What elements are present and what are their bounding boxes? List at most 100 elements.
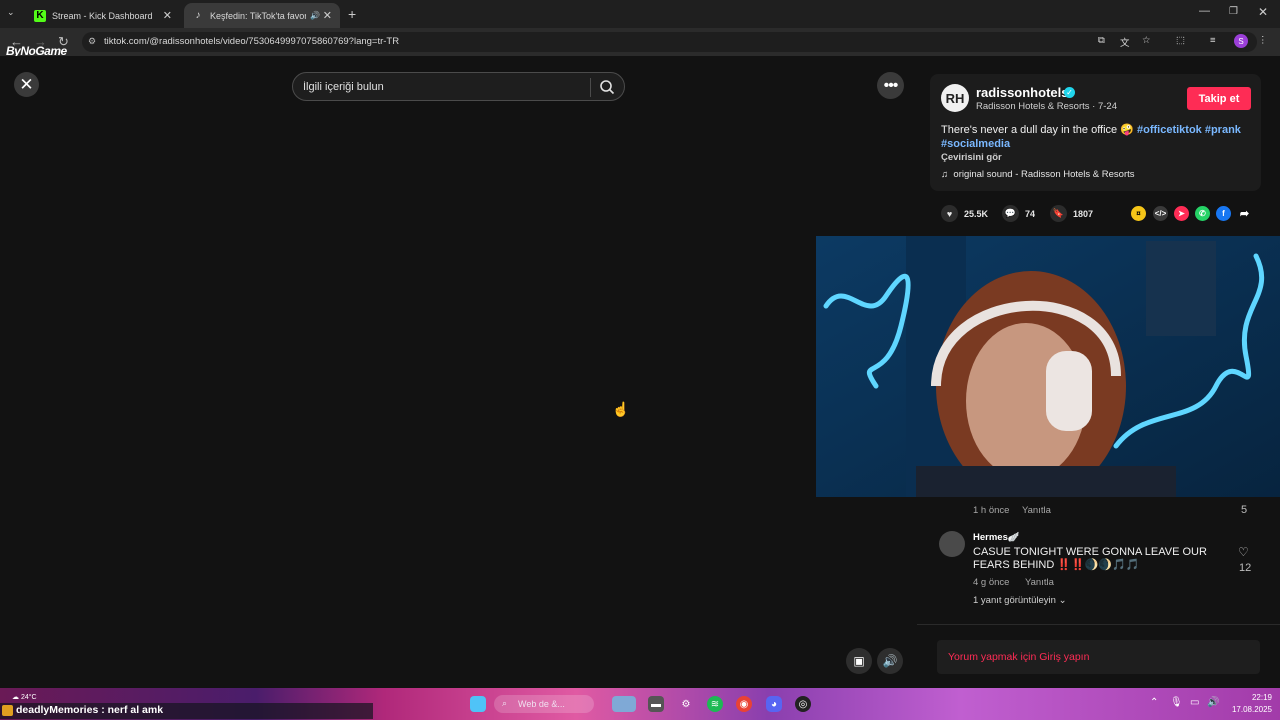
webcam-image bbox=[816, 236, 1280, 497]
verified-badge-icon: ✓ bbox=[1064, 87, 1075, 98]
login-to-comment-bar[interactable]: Yorum yapmak için Giriş yapın bbox=[937, 640, 1260, 674]
tiktok-icon: ♪ bbox=[195, 10, 201, 21]
chrome-icon[interactable]: ◉ bbox=[736, 696, 752, 712]
weather-icon: ☁ bbox=[12, 694, 19, 701]
chat-message-text: deadlyMemories : nerf al amk bbox=[16, 704, 164, 716]
comment-count: 74 bbox=[1025, 208, 1036, 219]
taskbar-search-label: Web de &... bbox=[518, 699, 565, 709]
send-icon[interactable]: ➤ bbox=[1174, 206, 1189, 221]
menu-kebab-icon[interactable]: ⋮ bbox=[1258, 35, 1268, 46]
tab-label: Keşfedin: TikTok'ta favori vi bbox=[210, 10, 306, 21]
url-text: tiktok.com/@radissonhotels/video/7530649… bbox=[104, 36, 400, 47]
taskbar-search[interactable]: ⌕ Web de &... bbox=[494, 695, 594, 713]
volume-icon[interactable]: 🔊 bbox=[877, 648, 903, 674]
restore-icon[interactable]: ❐ bbox=[1229, 6, 1238, 17]
comment-divider bbox=[917, 624, 1280, 625]
like-button[interactable]: ♥ 25.5K bbox=[941, 205, 988, 222]
music-note-icon: ♫ bbox=[941, 169, 949, 180]
search-bar bbox=[292, 72, 625, 101]
clock-time: 22:19 bbox=[1251, 693, 1272, 702]
follow-button[interactable]: Takip et bbox=[1187, 87, 1251, 110]
save-button[interactable]: 🔖 1807 bbox=[1050, 205, 1093, 222]
install-app-icon[interactable]: ⧉ bbox=[1098, 35, 1105, 46]
whatsapp-icon[interactable]: ✆ bbox=[1195, 206, 1210, 221]
floating-player-icon[interactable]: ▣ bbox=[846, 648, 872, 674]
hashtag-link[interactable]: #socialmedia bbox=[941, 138, 1010, 150]
username[interactable]: radissonhotels bbox=[976, 85, 1068, 100]
start-icon[interactable] bbox=[470, 696, 486, 712]
close-icon[interactable]: ✕ bbox=[14, 72, 39, 97]
post-description: There's never a dull day in the office 🤪… bbox=[941, 123, 1251, 151]
search-icon[interactable] bbox=[599, 79, 615, 95]
bookmark-icon: 🔖 bbox=[1050, 205, 1067, 222]
tab-kick-dashboard[interactable]: K Stream - Kick Dashboard ✕ bbox=[26, 3, 180, 28]
more-options-icon[interactable]: ••• bbox=[877, 72, 904, 99]
comment-text: CASUE TONIGHT WERE GONNA LEAVE OUR FEARS… bbox=[973, 546, 1207, 571]
comment-time: 4 g önce bbox=[973, 577, 1010, 588]
hand-cursor-icon: ☝ bbox=[612, 401, 630, 417]
search-icon: ⌕ bbox=[502, 698, 508, 708]
translate-icon[interactable]: 文 bbox=[1120, 35, 1130, 49]
share-arrow-icon[interactable]: ➦ bbox=[1237, 206, 1252, 221]
profile-avatar[interactable]: S bbox=[1234, 34, 1248, 48]
speaker-icon[interactable]: 🔊 bbox=[1207, 697, 1219, 708]
comment-like-count: 12 bbox=[1239, 562, 1252, 574]
comment-like-count: 5 bbox=[1241, 504, 1248, 516]
coin-icon[interactable]: ¤ bbox=[1131, 206, 1146, 221]
description-text: There's never a dull day in the office 🤪 bbox=[941, 124, 1137, 136]
webcam-overlay bbox=[816, 236, 1280, 497]
tab-tiktok[interactable]: ♪ Keşfedin: TikTok'ta favori vi 🔊 ✕ bbox=[184, 3, 340, 28]
settings-gear-icon[interactable]: ⚙ bbox=[678, 696, 694, 712]
chat-badge-icon bbox=[2, 705, 13, 716]
site-info-icon[interactable]: ⚙ bbox=[88, 36, 96, 47]
hashtag-link[interactable]: #officetiktok bbox=[1137, 124, 1202, 136]
search-input[interactable] bbox=[303, 78, 583, 96]
reading-list-icon[interactable]: ≡ bbox=[1210, 35, 1216, 46]
tray-chevron-icon[interactable]: ⌃ bbox=[1150, 697, 1158, 708]
bookmark-star-icon[interactable]: ☆ bbox=[1142, 35, 1151, 46]
translate-link[interactable]: Çevirisini gör bbox=[941, 152, 1002, 163]
weather-widget[interactable]: ☁ 24°C bbox=[12, 693, 37, 701]
comment-author[interactable]: Hermes🪽 bbox=[973, 532, 1020, 543]
comment-button[interactable]: 💬 74 bbox=[1002, 205, 1035, 222]
login-prompt: Yorum yapmak için Giriş yapın bbox=[948, 651, 1090, 663]
tab-list-chevron-icon[interactable]: ⌄ bbox=[7, 7, 15, 18]
avatar[interactable] bbox=[939, 531, 965, 557]
like-count: 25.5K bbox=[964, 208, 989, 219]
file-explorer-icon[interactable]: ▬ bbox=[648, 696, 664, 712]
view-replies-label: 1 yanıt görüntüleyin bbox=[973, 595, 1056, 606]
chevron-down-icon: ⌄ bbox=[1058, 595, 1067, 606]
sound-link[interactable]: ♫ original sound - Radisson Hotels & Res… bbox=[941, 169, 1135, 180]
new-tab-icon[interactable]: + bbox=[348, 6, 356, 22]
heart-icon: ♥ bbox=[941, 205, 958, 222]
embed-icon[interactable]: </> bbox=[1153, 206, 1168, 221]
system-clock[interactable]: 22:19 17.08.2025 bbox=[1226, 692, 1272, 716]
browser-tab-bar: ⌄ K Stream - Kick Dashboard ✕ ♪ Keşfedin… bbox=[0, 0, 1280, 28]
microphone-icon[interactable]: 🎙 bbox=[1170, 697, 1183, 708]
minimize-icon[interactable]: — bbox=[1199, 5, 1210, 17]
view-replies-link[interactable]: 1 yanıt görüntüleyin ⌄ bbox=[973, 595, 1067, 606]
spotify-icon[interactable]: ≋ bbox=[707, 696, 723, 712]
avatar[interactable]: RH bbox=[941, 84, 969, 112]
network-icon[interactable]: ▭ bbox=[1190, 697, 1199, 708]
hashtag-link[interactable]: #prank bbox=[1205, 124, 1241, 136]
kick-icon: K bbox=[34, 9, 46, 22]
close-tab-icon[interactable]: ✕ bbox=[163, 9, 172, 22]
comment-icon: 💬 bbox=[1002, 205, 1019, 222]
video-viewer[interactable] bbox=[0, 56, 917, 688]
audio-playing-icon[interactable]: 🔊 bbox=[310, 11, 320, 20]
tab-label: Stream - Kick Dashboard bbox=[52, 10, 153, 21]
reply-link[interactable]: Yanıtla bbox=[1022, 505, 1051, 516]
url-field[interactable]: ⚙ tiktok.com/@radissonhotels/video/75306… bbox=[82, 32, 1268, 52]
obs-icon[interactable]: ◎ bbox=[795, 696, 811, 712]
facebook-icon[interactable]: f bbox=[1216, 206, 1231, 221]
extensions-icon[interactable]: ⬚ bbox=[1176, 35, 1185, 46]
address-bar-row: ← → ↻ ⚙ tiktok.com/@radissonhotels/video… bbox=[0, 28, 1280, 56]
search-divider bbox=[590, 78, 591, 97]
discord-icon[interactable]: ◕ bbox=[766, 696, 782, 712]
close-window-icon[interactable]: ✕ bbox=[1258, 5, 1268, 19]
widgets-icon[interactable] bbox=[612, 696, 636, 712]
close-tab-icon[interactable]: ✕ bbox=[323, 9, 332, 22]
reply-link[interactable]: Yanıtla bbox=[1025, 577, 1054, 588]
heart-icon[interactable]: ♡ bbox=[1238, 545, 1249, 559]
